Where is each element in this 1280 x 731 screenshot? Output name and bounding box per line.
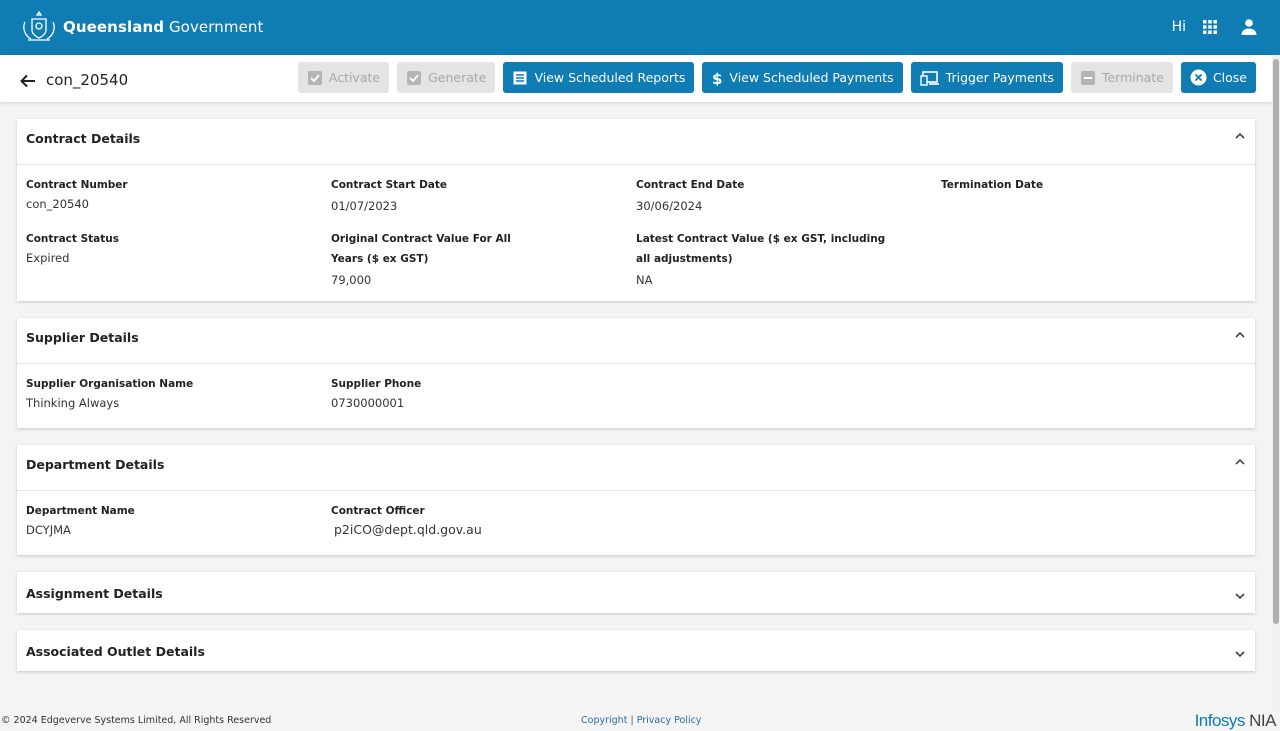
copyright-link[interactable]: Copyright bbox=[581, 715, 627, 726]
generate-label: Generate bbox=[428, 70, 487, 85]
main-content: Contract Details Contract Number con_205… bbox=[17, 119, 1255, 688]
assignment-details-card: Assignment Details bbox=[17, 572, 1255, 613]
supplier-details-header[interactable]: Supplier Details bbox=[17, 318, 1255, 364]
chevron-up-icon[interactable] bbox=[1233, 129, 1247, 143]
field-label: Original Contract Value For All Years ($… bbox=[331, 233, 511, 265]
field-value: 79,000 bbox=[331, 273, 372, 287]
field-label: Supplier Phone bbox=[331, 378, 422, 390]
field-value: NA bbox=[636, 273, 653, 287]
close-button[interactable]: Close bbox=[1180, 62, 1256, 93]
devices-icon bbox=[919, 70, 939, 86]
trigger-payments-button[interactable]: Trigger Payments bbox=[910, 62, 1063, 93]
infosys-nia-logo: Infosys NIA bbox=[1194, 711, 1277, 731]
qld-crest-icon bbox=[23, 10, 55, 41]
activate-label: Activate bbox=[328, 70, 381, 85]
field-value: 30/06/2024 bbox=[636, 199, 703, 213]
assignment-details-header[interactable]: Assignment Details bbox=[17, 572, 1255, 613]
page-scrollbar[interactable] bbox=[1272, 55, 1280, 731]
chevron-down-icon[interactable] bbox=[1233, 589, 1247, 603]
associated-outlet-details-header[interactable]: Associated Outlet Details bbox=[17, 630, 1255, 671]
dollar-icon: $ bbox=[712, 70, 722, 86]
terminate-button[interactable]: Terminate bbox=[1070, 62, 1173, 93]
original-contract-value-field: Original Contract Value For All Years ($… bbox=[331, 229, 521, 289]
contract-status-field: Contract Status Expired bbox=[26, 229, 331, 289]
section-title: Associated Outlet Details bbox=[26, 644, 205, 659]
field-value: 0730000001 bbox=[331, 396, 405, 410]
logo-part-a: Infosys bbox=[1194, 711, 1246, 730]
svg-text:$: $ bbox=[712, 70, 722, 86]
field-value: Expired bbox=[26, 251, 70, 265]
scrollbar-thumb[interactable] bbox=[1273, 59, 1279, 624]
back-arrow-icon[interactable] bbox=[19, 72, 37, 90]
contract-number-field: Contract Number con_20540 bbox=[26, 175, 331, 215]
top-navbar: Queensland Government Hi bbox=[0, 0, 1280, 55]
field-value: Thinking Always bbox=[26, 396, 120, 410]
brand-bold: Queensland bbox=[63, 18, 165, 36]
document-icon bbox=[513, 71, 527, 84]
supplier-organisation-field: Supplier Organisation Name Thinking Alwa… bbox=[26, 374, 331, 412]
view-scheduled-payments-button[interactable]: $ View Scheduled Payments bbox=[702, 62, 903, 93]
brand-text: Queensland Government bbox=[63, 18, 264, 36]
section-title: Contract Details bbox=[26, 131, 141, 146]
greeting: Hi bbox=[1171, 19, 1186, 35]
section-title: Department Details bbox=[26, 457, 165, 472]
latest-contract-value-field: Latest Contract Value ($ ex GST, includi… bbox=[636, 229, 901, 289]
view-scheduled-payments-label: View Scheduled Payments bbox=[729, 70, 894, 85]
field-value: DCYJMA bbox=[26, 523, 71, 537]
check-box-icon bbox=[407, 70, 422, 85]
field-value: 01/07/2023 bbox=[331, 199, 398, 213]
grid-icon[interactable] bbox=[1202, 19, 1218, 35]
brand-light: Government bbox=[168, 18, 264, 36]
close-circle-icon bbox=[1190, 69, 1207, 86]
contract-start-date-field: Contract Start Date 01/07/2023 bbox=[331, 175, 636, 215]
view-scheduled-reports-label: View Scheduled Reports bbox=[534, 70, 686, 85]
field-label: Supplier Organisation Name bbox=[26, 378, 194, 390]
field-label: Contract Number bbox=[26, 179, 128, 191]
generate-button[interactable]: Generate bbox=[397, 62, 496, 93]
check-box-icon bbox=[307, 70, 322, 85]
supplier-phone-field: Supplier Phone 0730000001 bbox=[331, 374, 636, 412]
section-title: Supplier Details bbox=[26, 330, 139, 345]
close-label: Close bbox=[1212, 70, 1247, 85]
terminate-label: Terminate bbox=[1101, 70, 1164, 85]
field-label: Department Name bbox=[26, 505, 135, 517]
copyright-text: © 2024 Edgeverve Systems Limited, All Ri… bbox=[1, 715, 272, 726]
record-title: con_20540 bbox=[46, 71, 129, 89]
field-value: p2iCO@dept.qld.gov.au bbox=[334, 522, 482, 537]
field-label: Contract Officer bbox=[331, 505, 425, 517]
field-value: con_20540 bbox=[26, 197, 89, 211]
department-name-field: Department Name DCYJMA bbox=[26, 501, 331, 539]
field-label: Latest Contract Value ($ ex GST, includi… bbox=[636, 233, 886, 265]
field-label: Termination Date bbox=[941, 179, 1044, 191]
logo-part-b: NIA bbox=[1249, 711, 1276, 730]
field-label: Contract End Date bbox=[636, 179, 745, 191]
activate-button[interactable]: Activate bbox=[297, 62, 390, 93]
chevron-down-icon[interactable] bbox=[1233, 647, 1247, 661]
view-scheduled-reports-button[interactable]: View Scheduled Reports bbox=[503, 62, 695, 93]
privacy-policy-link[interactable]: Privacy Policy bbox=[637, 715, 702, 726]
chevron-up-icon[interactable] bbox=[1233, 328, 1247, 342]
section-title: Assignment Details bbox=[26, 586, 163, 601]
contract-officer-field: Contract Officer p2iCO@dept.qld.gov.au bbox=[331, 501, 636, 539]
person-icon[interactable] bbox=[1240, 18, 1258, 36]
contract-details-header[interactable]: Contract Details bbox=[17, 119, 1255, 165]
chevron-up-icon[interactable] bbox=[1233, 455, 1247, 469]
field-label: Contract Start Date bbox=[331, 179, 448, 191]
department-details-header[interactable]: Department Details bbox=[17, 445, 1255, 491]
department-details-card: Department Details Department Name DCYJM… bbox=[17, 445, 1255, 555]
brand-logo[interactable]: Queensland Government bbox=[20, 10, 264, 44]
link-separator: | bbox=[630, 715, 634, 726]
record-toolbar: con_20540 Activate Generate View Schedul… bbox=[0, 55, 1272, 102]
minus-box-icon bbox=[1080, 70, 1095, 85]
footer: © 2024 Edgeverve Systems Limited, All Ri… bbox=[0, 711, 1280, 731]
associated-outlet-details-card: Associated Outlet Details bbox=[17, 630, 1255, 671]
supplier-details-card: Supplier Details Supplier Organisation N… bbox=[17, 318, 1255, 428]
contract-details-card: Contract Details Contract Number con_205… bbox=[17, 119, 1255, 301]
termination-date-field: Termination Date bbox=[941, 175, 1246, 215]
contract-end-date-field: Contract End Date 30/06/2024 bbox=[636, 175, 941, 215]
field-label: Contract Status bbox=[26, 233, 119, 245]
trigger-payments-label: Trigger Payments bbox=[945, 70, 1054, 85]
